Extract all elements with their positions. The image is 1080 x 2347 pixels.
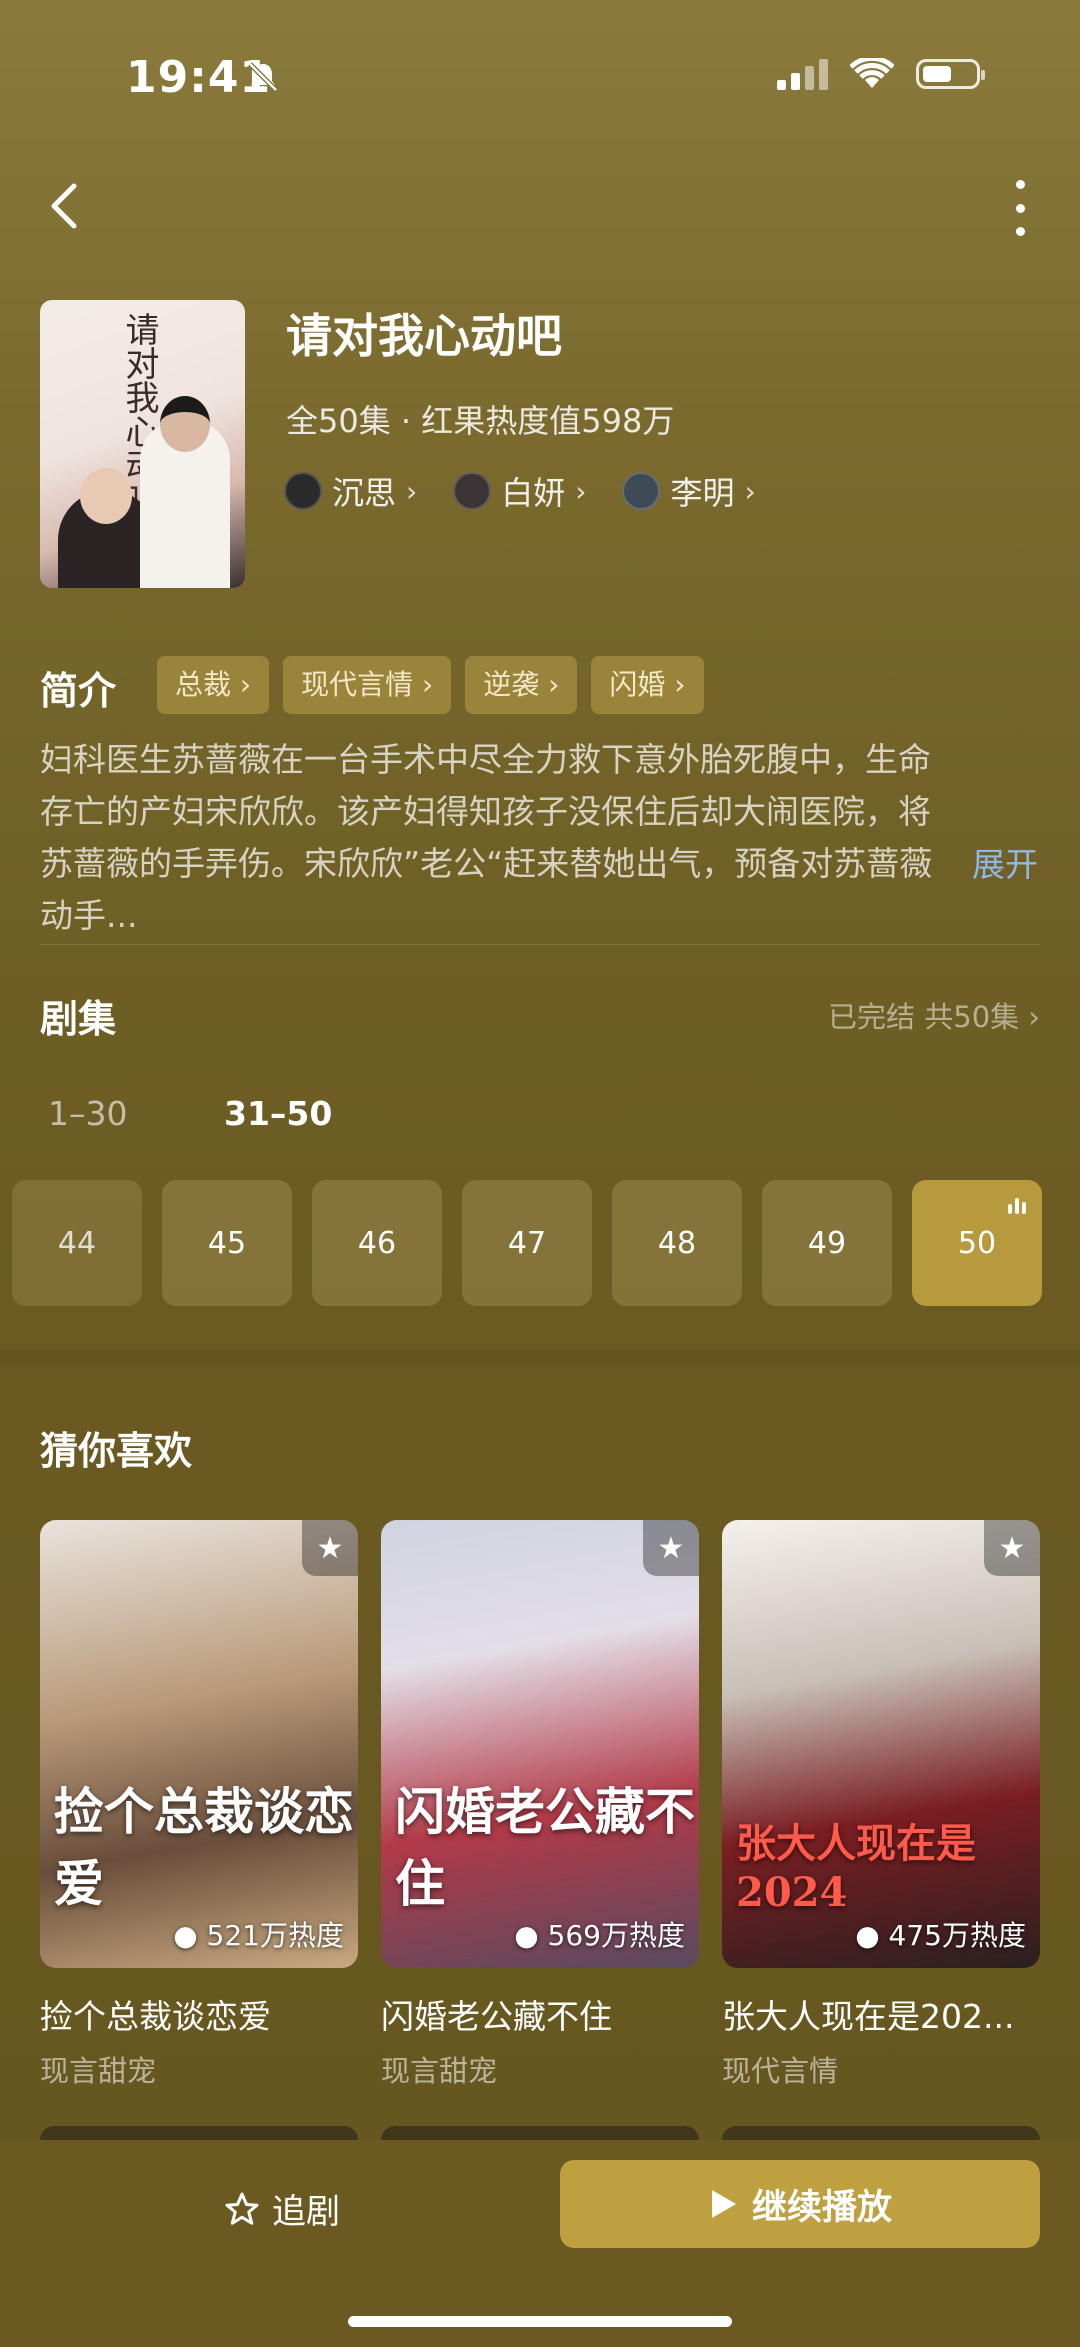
card-genre: 现言甜宠: [40, 2054, 157, 2088]
divider: [40, 944, 1040, 945]
episode-button[interactable]: 48: [612, 1180, 742, 1306]
actor-name: 沉思: [332, 474, 397, 512]
episode-list: 44 45 46 47 48 49 50: [12, 1180, 1042, 1306]
more-options-button[interactable]: [1000, 180, 1040, 236]
star-icon[interactable]: ★: [984, 1520, 1040, 1576]
actor-name: 白妍: [501, 474, 566, 512]
episode-button[interactable]: 45: [162, 1180, 292, 1306]
cover-title: 闪婚老公藏不住: [395, 1782, 695, 1913]
mute-icon: [246, 60, 280, 94]
next-row-peek: [40, 2126, 358, 2140]
cover-image: 捡个总裁谈恋爱 ★ ● 521万热度: [40, 1520, 358, 1968]
chevron-right-icon: ›: [1028, 1000, 1040, 1034]
expand-link[interactable]: 展开: [972, 838, 1038, 886]
tag-chip[interactable]: 现代言情 ›: [283, 656, 452, 714]
tag-chip[interactable]: 闪婚 ›: [591, 656, 704, 714]
card-title: 捡个总裁谈恋爱: [40, 1997, 271, 2036]
episode-button[interactable]: 49: [762, 1180, 892, 1306]
card-genre: 现言甜宠: [381, 2054, 498, 2088]
recommend-card[interactable]: 闪婚老公藏不住 ★ ● 569万热度 闪婚老公藏不住 现言甜宠: [381, 1520, 699, 2090]
back-button[interactable]: [44, 176, 92, 236]
intro-heading: 简介: [40, 669, 117, 713]
status-icons: [777, 58, 985, 90]
heat-label: ● 569万热度: [514, 1919, 685, 1952]
card-title: 张大人现在是202...: [722, 1997, 1015, 2036]
fire-icon: ●: [855, 1919, 880, 1952]
battery-icon: [916, 59, 985, 89]
avatar: [453, 472, 492, 510]
chevron-right-icon: ›: [575, 474, 587, 508]
recommend-heading: 猜你喜欢: [40, 1429, 193, 1473]
tag-list: 总裁 › 现代言情 › 逆袭 › 闪婚 ›: [157, 656, 704, 714]
avatar: [622, 472, 661, 510]
recommend-list: 捡个总裁谈恋爱 ★ ● 521万热度 捡个总裁谈恋爱 现言甜宠 闪婚老公藏不住 …: [40, 1520, 1040, 2090]
heat-label: ● 521万热度: [173, 1919, 344, 1952]
wifi-icon: [850, 58, 894, 88]
synopsis-text: 妇科医生苏蔷薇在一台手术中尽全力救下意外胎死腹中，生命存亡的产妇宋欣欣。该产妇得…: [40, 740, 933, 935]
cover-image: 闪婚老公藏不住 ★ ● 569万热度: [381, 1520, 699, 1968]
actor-name: 李明: [670, 474, 735, 512]
home-indicator: [348, 2316, 732, 2327]
card-genre: 现代言情: [722, 2054, 839, 2088]
cover-title: 张大人现在是2024: [736, 1820, 976, 1916]
chevron-right-icon: ›: [744, 474, 756, 508]
continue-play-button[interactable]: 继续播放: [560, 2160, 1040, 2248]
chevron-left-icon: [51, 183, 77, 229]
drama-title: 请对我心动吧: [286, 309, 562, 363]
recommend-card[interactable]: 捡个总裁谈恋爱 ★ ● 521万热度 捡个总裁谈恋爱 现言甜宠: [40, 1520, 358, 2090]
star-outline-icon: [225, 2192, 259, 2225]
actor-list: 沉思 › 白妍 › 李明 ›: [284, 468, 756, 514]
next-row-peek: [722, 2126, 1040, 2140]
episode-button-current[interactable]: 50: [912, 1180, 1042, 1306]
tag-chip[interactable]: 逆袭 ›: [465, 656, 578, 714]
episodes-status[interactable]: 已完结 共50集 ›: [828, 994, 1040, 1036]
recommend-card[interactable]: 张大人现在是2024 ★ ● 475万热度 张大人现在是202... 现代言情: [722, 1520, 1040, 2090]
actor-item[interactable]: 白妍 ›: [453, 468, 586, 514]
play-icon: [711, 2190, 736, 2218]
next-row-peek: [381, 2126, 699, 2140]
follow-button[interactable]: 追剧: [224, 2184, 340, 2233]
range-tab-31-50[interactable]: 31–50: [224, 1094, 332, 1133]
drama-poster[interactable]: 请对我心动吧!: [40, 300, 245, 588]
episodes-heading: 剧集: [40, 997, 117, 1041]
actor-item[interactable]: 李明 ›: [622, 468, 756, 514]
playing-icon: [1008, 1198, 1026, 1214]
tag-chip[interactable]: 总裁 ›: [157, 656, 270, 714]
card-title: 闪婚老公藏不住: [381, 1997, 612, 2036]
drama-meta: 全50集 · 红果热度值598万: [286, 402, 675, 440]
cover-title: 捡个总裁谈恋爱: [54, 1782, 354, 1913]
avatar: [284, 472, 322, 510]
episode-button[interactable]: 47: [462, 1180, 592, 1306]
episode-button[interactable]: 46: [312, 1180, 442, 1306]
episode-button[interactable]: 44: [12, 1180, 142, 1306]
fire-icon: ●: [173, 1919, 198, 1952]
range-tab-1-30[interactable]: 1–30: [48, 1094, 128, 1133]
star-icon[interactable]: ★: [643, 1520, 699, 1576]
heat-label: ● 475万热度: [855, 1919, 1026, 1952]
section-separator: [0, 1350, 1080, 1366]
cover-image: 张大人现在是2024 ★ ● 475万热度: [722, 1520, 1040, 1968]
star-icon[interactable]: ★: [302, 1520, 358, 1576]
actor-item[interactable]: 沉思 ›: [284, 468, 417, 514]
signal-icon: [777, 58, 828, 90]
chevron-right-icon: ›: [406, 474, 418, 508]
fire-icon: ●: [514, 1919, 539, 1952]
